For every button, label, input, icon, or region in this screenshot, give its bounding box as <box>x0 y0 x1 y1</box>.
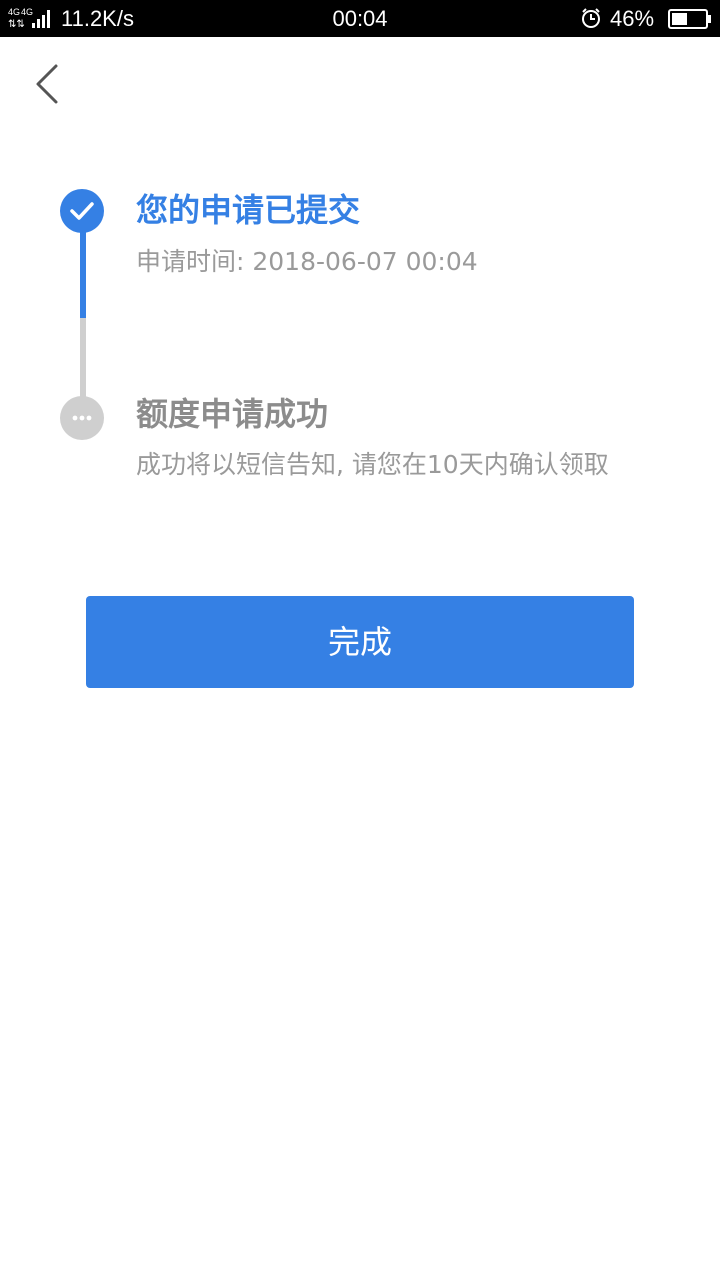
timeline-progress-line <box>80 230 86 318</box>
more-dots-icon <box>72 415 92 421</box>
step-title-submitted: 您的申请已提交 <box>136 191 361 229</box>
status-bar: 4G 4G ⇅⇅ 11.2K/s 00:04 46% <box>0 0 720 37</box>
chevron-left-icon <box>36 64 58 104</box>
step-title-approved: 额度申请成功 <box>136 395 329 433</box>
step-pending-indicator <box>60 396 104 440</box>
timeline-pending-line <box>80 318 86 398</box>
step-subtitle-submitted: 申请时间: 2018-06-07 00:04 <box>136 247 478 276</box>
step-done-indicator <box>60 189 104 233</box>
alarm-icon <box>582 8 600 28</box>
done-button[interactable]: 完成 <box>86 596 634 688</box>
back-button[interactable] <box>28 58 68 110</box>
battery-percent: 46% <box>610 6 655 31</box>
step-subtitle-approved: 成功将以短信告知, 请您在10天内确认领取 <box>136 450 609 479</box>
battery-icon <box>668 9 711 29</box>
check-icon <box>70 202 94 220</box>
